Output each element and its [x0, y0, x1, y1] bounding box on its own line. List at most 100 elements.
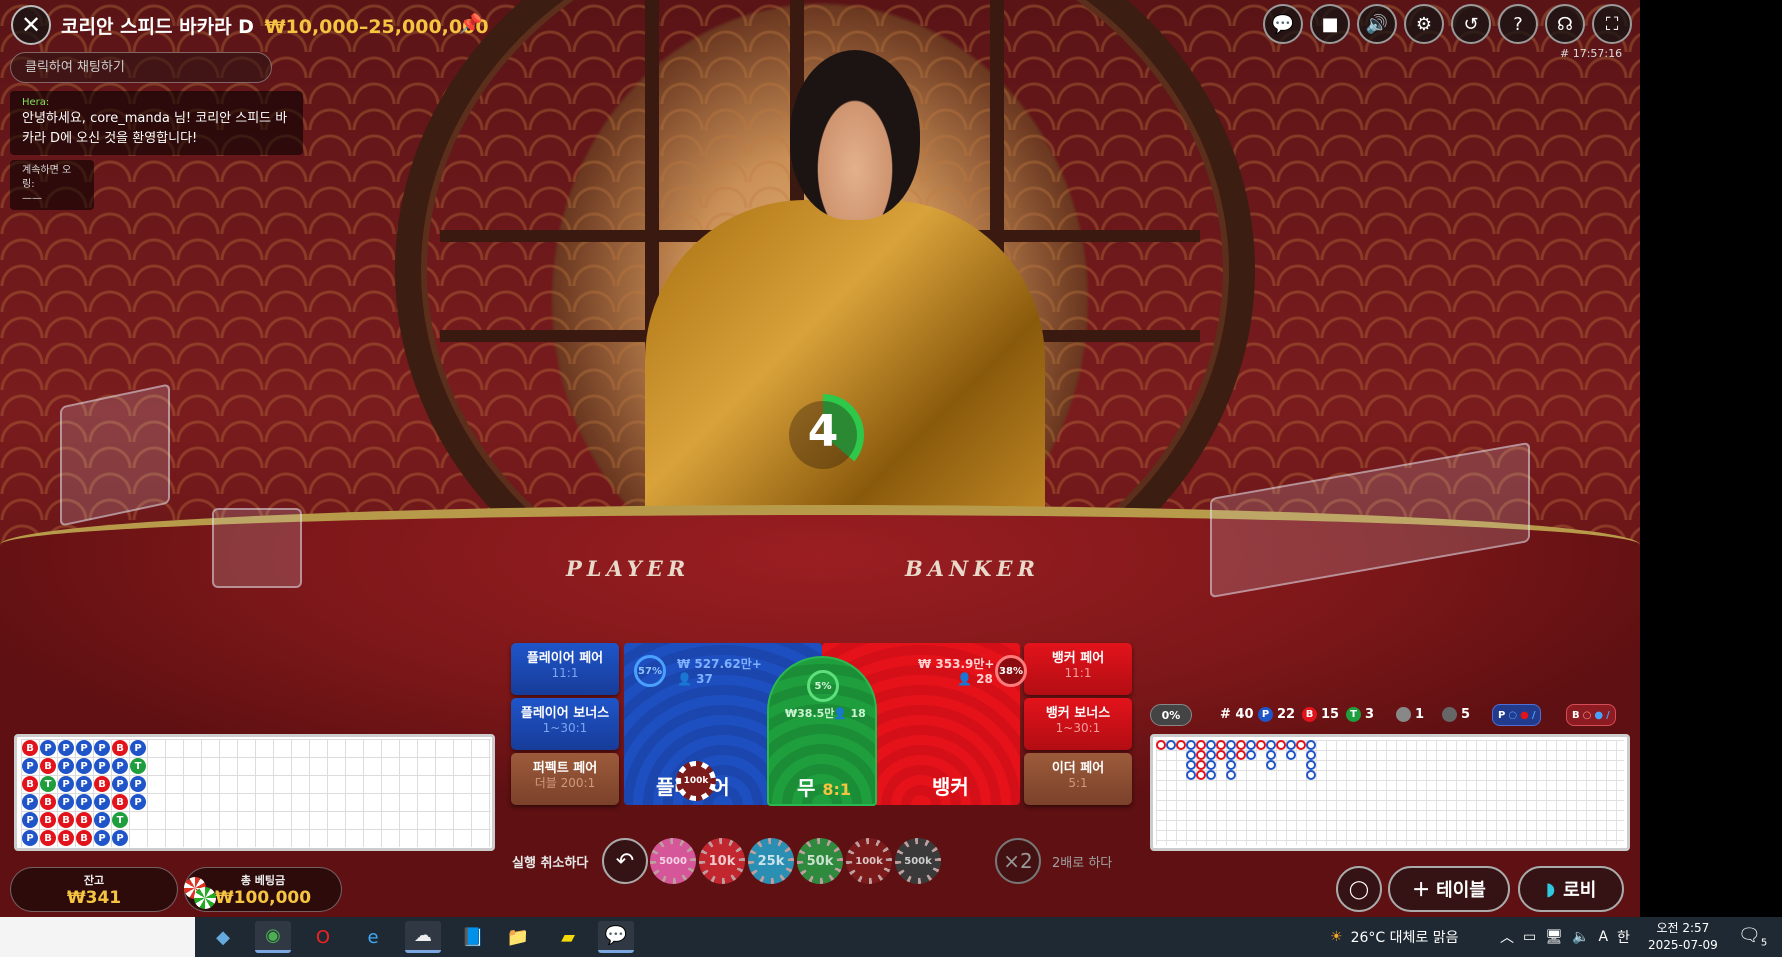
either-pair-bet[interactable]: 이더 페어 5:1 — [1024, 753, 1132, 805]
book-icon[interactable]: 📘 — [455, 921, 491, 953]
bead-road[interactable]: BPPPPBPPBPPPPTBTPPBPPPBPPPBPPBBBPTPBBBPP — [14, 734, 495, 851]
double-button[interactable]: ×2 — [995, 838, 1041, 884]
player-predict-label: P — [1498, 709, 1506, 721]
multi-table-icon[interactable]: ◯ — [1336, 866, 1382, 912]
banker-label: 뱅커 — [932, 775, 969, 799]
bead: T — [130, 758, 146, 774]
weather-widget[interactable]: ☀ 26°C 대체로 맑음 — [1330, 917, 1458, 957]
settings-icon[interactable]: ⚙ — [1404, 4, 1444, 44]
big-road-mark — [1186, 770, 1196, 780]
ime-indicator[interactable]: 한 — [1617, 927, 1630, 947]
bead: B — [112, 740, 128, 756]
bead: P — [130, 740, 146, 756]
notification-count: 5 — [1760, 937, 1768, 949]
banker-pair-dot-icon — [1442, 707, 1457, 722]
opera-icon[interactable]: O — [305, 921, 341, 953]
either-pair-odds: 5:1 — [1068, 776, 1088, 790]
chat-note-label: 계속하면 오링: — [22, 165, 72, 190]
stat-round: # 40 — [1220, 707, 1254, 722]
chat-sender: Hera: — [22, 97, 50, 108]
table-button[interactable]: ＋ 테이블 — [1388, 866, 1510, 912]
copilot-icon[interactable]: ◆ — [205, 921, 241, 953]
app-icon[interactable]: ☁ — [405, 921, 441, 953]
predict-ring-icon: ○ — [1582, 709, 1592, 721]
edge-icon[interactable]: e — [355, 921, 391, 953]
bet-limits[interactable]: ₩10,000–25,000,000 — [265, 16, 489, 38]
pin-icon[interactable]: 📌 — [459, 12, 483, 35]
banker-pair-bet[interactable]: 뱅커 페어 11:1 — [1024, 643, 1132, 695]
kakaotalk-icon[interactable]: 💬 — [598, 921, 634, 953]
big-road-mark — [1196, 740, 1206, 750]
chrome-icon[interactable]: ◉ — [255, 921, 291, 953]
card-stack — [212, 508, 302, 588]
big-road[interactable] — [1150, 734, 1630, 851]
banker-bonus-bet[interactable]: 뱅커 보너스 1~30:1 — [1024, 698, 1132, 750]
perfect-pair-bet[interactable]: 퍼펙트 페어 더블 200:1 — [511, 753, 619, 805]
banker-predict-button[interactable]: B ○ ● / — [1566, 704, 1616, 726]
tie-players: 18 — [850, 707, 866, 720]
windows-taskbar: ◆ ◉ O e ☁ 📘 📁 ▰ 💬 ☀ 26°C 대체로 맑음 ︿ ▭ 🖥 🔈 A… — [0, 917, 1782, 957]
clock[interactable]: 오전 2:57 2025-07-09 — [1648, 920, 1718, 954]
undo-label: 실행 취소하다 — [512, 856, 589, 871]
stats-percent-toggle[interactable]: 0% — [1150, 704, 1192, 726]
stat-player-pair: 1 — [1396, 707, 1424, 722]
history-icon[interactable]: ↺ — [1451, 4, 1491, 44]
player-predict-button[interactable]: P ○ ● / — [1492, 704, 1542, 726]
player-amount: ₩ 527.62만+ — [677, 657, 762, 671]
player-pair-odds: 11:1 — [551, 666, 579, 680]
video-icon[interactable]: ■ — [1310, 4, 1350, 44]
perfect-pair-label: 퍼펙트 페어 — [532, 761, 598, 776]
big-road-mark — [1306, 750, 1316, 760]
big-road-mark — [1206, 740, 1216, 750]
network-icon[interactable]: 🖥 — [1545, 929, 1563, 945]
bead: P — [112, 830, 128, 846]
notification-icon[interactable]: 🗨5 — [1738, 925, 1767, 949]
help-icon[interactable]: ? — [1498, 4, 1538, 44]
bead: P — [58, 776, 74, 792]
volume-icon[interactable]: 🔊 — [1357, 4, 1397, 44]
road-stats: 0% # 40 P 22 B 15 T3 1 5 P ○ ● / B ○ ● / — [1150, 704, 1630, 728]
lobby-button[interactable]: ◗ 로비 — [1518, 866, 1624, 912]
predict-ring-icon: ○ — [1508, 709, 1518, 721]
banker-players: 28 — [976, 672, 993, 686]
banker-bonus-label: 뱅커 보너스 — [1045, 706, 1111, 721]
language-indicator[interactable]: A — [1598, 929, 1608, 945]
chip-500k[interactable]: 500k — [895, 838, 941, 884]
chip-50k[interactable]: 50k — [797, 838, 843, 884]
player-percent: 57% — [634, 655, 666, 687]
bead: B — [58, 830, 74, 846]
chat-note-value: —— — [22, 193, 42, 204]
chat-input[interactable] — [10, 52, 272, 83]
bead: B — [40, 758, 56, 774]
sticky-notes-icon[interactable]: ▰ — [550, 921, 586, 953]
big-road-mark — [1296, 740, 1306, 750]
folder-icon[interactable]: 📁 — [500, 921, 536, 953]
banker-bonus-odds: 1~30:1 — [1055, 721, 1101, 735]
bead: B — [76, 812, 92, 828]
lobby-button-label: 로비 — [1563, 880, 1597, 901]
close-icon[interactable]: ✕ — [11, 5, 51, 45]
tie-bet-spot[interactable]: 5% ₩38.5만 👤 18 무 8:1 — [767, 656, 877, 806]
double-label: 2배로 하다 — [1052, 856, 1113, 871]
player-bonus-bet[interactable]: 플레이어 보너스 1~30:1 — [511, 698, 619, 750]
chevron-up-icon[interactable]: ︿ — [1500, 927, 1514, 947]
player-pair-bet[interactable]: 플레이어 페어 11:1 — [511, 643, 619, 695]
undo-icon[interactable]: ↶ — [602, 838, 648, 884]
banker-pair-odds: 11:1 — [1064, 666, 1092, 680]
big-road-mark — [1306, 760, 1316, 770]
balance-box: 잔고 ₩341 — [10, 867, 178, 912]
chat-icon[interactable]: 💬 — [1263, 4, 1303, 44]
speaker-icon[interactable]: 🔈 — [1572, 929, 1589, 945]
support-icon[interactable]: ☊ — [1545, 4, 1585, 44]
chip-label: 5000 — [656, 844, 690, 878]
chip-label: 25k — [754, 844, 788, 878]
chip-25k[interactable]: 25k — [748, 838, 794, 884]
chip-100k[interactable]: 100k — [846, 838, 892, 884]
chip-10k[interactable]: 10k — [699, 838, 745, 884]
bead: B — [40, 830, 56, 846]
card-shoe — [60, 383, 170, 527]
device-icon[interactable]: ▭ — [1523, 929, 1536, 945]
big-road-mark — [1196, 750, 1206, 760]
chip-5000[interactable]: 5000 — [650, 838, 696, 884]
fullscreen-icon[interactable]: ⛶ — [1592, 4, 1632, 44]
